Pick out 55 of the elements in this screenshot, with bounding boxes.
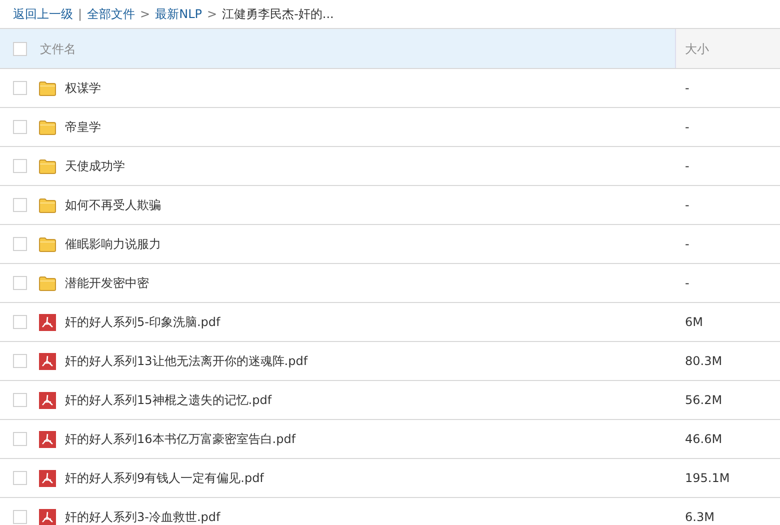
- file-size: -: [685, 236, 690, 253]
- file-size: 6M: [685, 314, 703, 331]
- breadcrumb-arrow: >: [140, 6, 150, 23]
- file-name[interactable]: 潜能开发密中密: [65, 274, 149, 292]
- file-name[interactable]: 奸的好人系列3-冷血救世.pdf: [65, 508, 220, 525]
- folder-icon: [39, 276, 56, 290]
- file-name[interactable]: 催眠影响力说服力: [65, 235, 161, 253]
- pdf-icon: [39, 314, 56, 330]
- file-size: 195.1M: [685, 470, 730, 487]
- current-folder: 江健勇李民杰-奸的...: [222, 6, 334, 23]
- file-size: -: [685, 119, 690, 136]
- folder-icon: [39, 120, 56, 134]
- file-size: -: [685, 158, 690, 175]
- checkbox[interactable]: [13, 120, 27, 134]
- breadcrumb-link[interactable]: 全部文件: [87, 5, 136, 23]
- file-size: 6.3M: [685, 509, 714, 525]
- pdf-icon: [39, 470, 56, 486]
- pdf-icon: [39, 430, 56, 448]
- breadcrumb-arrow: >: [207, 6, 218, 23]
- file-size: -: [685, 197, 690, 214]
- checkbox[interactable]: [13, 81, 27, 95]
- breadcrumb-link[interactable]: 最新NLP: [155, 5, 202, 23]
- folder-icon: [39, 198, 56, 212]
- folder-icon: [39, 80, 56, 96]
- folder-icon: [39, 236, 56, 252]
- file-size: 46.6M: [685, 431, 722, 448]
- file-size: 80.3M: [685, 353, 722, 370]
- file-size: 56.2M: [685, 392, 722, 409]
- checkbox[interactable]: [13, 159, 27, 173]
- checkbox[interactable]: [13, 354, 27, 368]
- checkbox[interactable]: [13, 42, 27, 56]
- file-name[interactable]: 如何不再受人欺骗: [65, 196, 161, 214]
- pdf-icon: [39, 392, 56, 408]
- checkbox[interactable]: [13, 510, 27, 524]
- file-name[interactable]: 奸的好人系列13让他无法离开你的迷魂阵.pdf: [65, 352, 308, 370]
- back-link[interactable]: 返回上一级: [13, 5, 73, 23]
- separator: |: [78, 6, 82, 23]
- checkbox[interactable]: [13, 237, 27, 251]
- file-name[interactable]: 天使成功学: [65, 157, 125, 175]
- file-name[interactable]: 奸的好人系列16本书亿万富豪密室告白.pdf: [65, 430, 296, 448]
- checkbox[interactable]: [13, 198, 27, 212]
- checkbox[interactable]: [13, 393, 27, 407]
- checkbox[interactable]: [13, 276, 27, 290]
- file-name[interactable]: 权谋学: [65, 79, 101, 97]
- file-name[interactable]: 奸的好人系列9有钱人一定有偏见.pdf: [65, 469, 264, 487]
- file-size: -: [685, 275, 690, 292]
- checkbox[interactable]: [13, 471, 27, 485]
- checkbox[interactable]: [13, 315, 27, 329]
- file-name[interactable]: 奸的好人系列5-印象洗脑.pdf: [65, 313, 220, 331]
- checkbox[interactable]: [13, 432, 27, 446]
- file-size: -: [685, 80, 690, 97]
- file-name[interactable]: 奸的好人系列15神棍之遗失的记忆.pdf: [65, 391, 272, 409]
- folder-icon: [39, 158, 56, 174]
- file-name[interactable]: 帝皇学: [65, 118, 101, 136]
- pdf-icon: [39, 352, 56, 370]
